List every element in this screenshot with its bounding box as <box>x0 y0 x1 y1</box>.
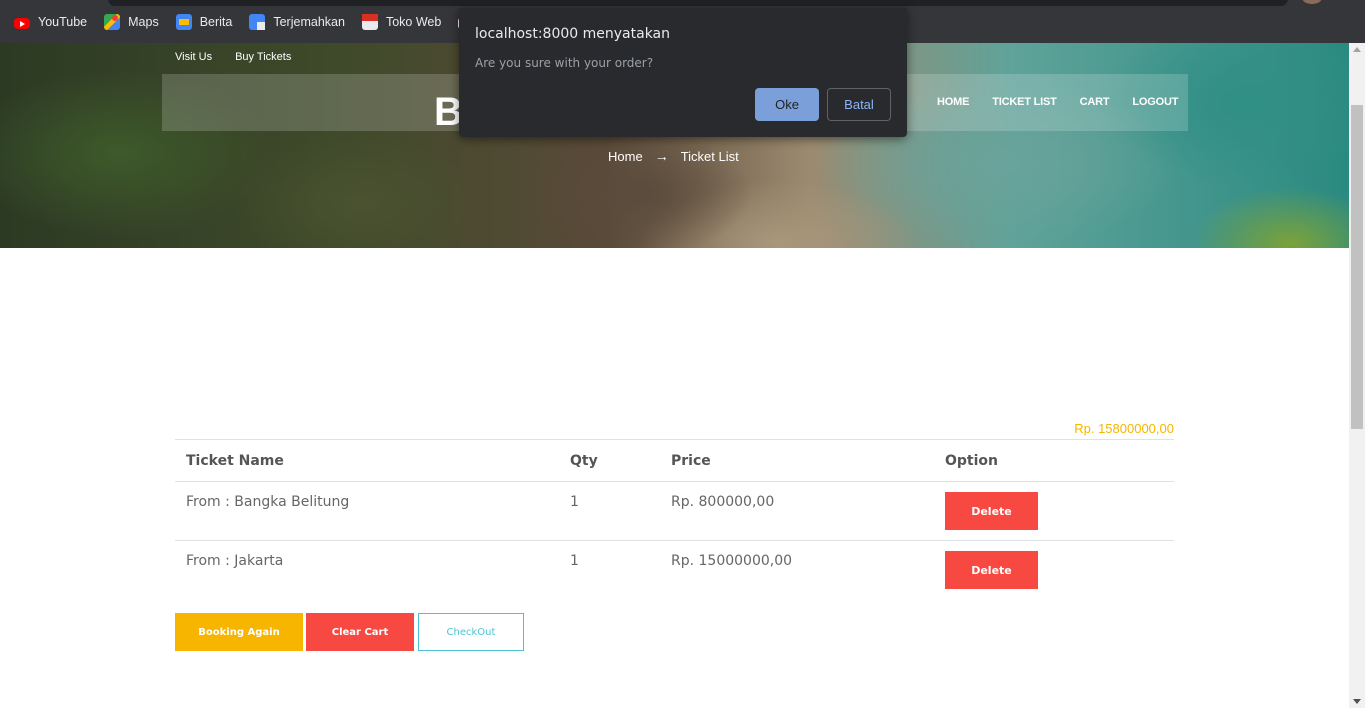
bookmark-label: Berita <box>199 15 233 29</box>
buy-tickets-link[interactable]: Buy Tickets <box>235 51 291 63</box>
table-header-row: Ticket Name Qty Price Option <box>175 439 1174 482</box>
page-scrollbar[interactable] <box>1349 43 1365 708</box>
booking-again-button[interactable]: Booking Again <box>175 613 303 651</box>
translate-icon <box>249 14 266 30</box>
nav-home[interactable]: HOME <box>937 96 969 108</box>
dialog-ok-button[interactable]: Oke <box>755 88 819 121</box>
delete-button[interactable]: Delete <box>945 492 1038 530</box>
news-icon <box>175 14 192 30</box>
scroll-thumb[interactable] <box>1351 105 1363 429</box>
bookmark-maps[interactable]: Maps <box>104 14 159 30</box>
dialog-cancel-button[interactable]: Batal <box>827 88 891 121</box>
ticket-name: From : Bangka Belitung <box>175 481 559 541</box>
breadcrumb-current: Ticket List <box>680 148 739 164</box>
ticket-name: From : Jakarta <box>186 553 284 569</box>
bookmark-youtube[interactable]: YouTube <box>14 14 87 30</box>
confirm-dialog: localhost:8000 menyatakan Are you sure w… <box>459 8 907 137</box>
youtube-icon <box>14 17 30 29</box>
ticket-qty: 1 <box>570 553 579 569</box>
ticket-qty: 1 <box>559 481 660 541</box>
nav-cart[interactable]: CART <box>1080 96 1110 108</box>
cart-actions: Booking Again Clear Cart CheckOut <box>175 613 524 651</box>
visit-us-link[interactable]: Visit Us <box>175 51 212 63</box>
clear-cart-button[interactable]: Clear Cart <box>306 613 414 651</box>
breadcrumb: Home → Ticket List <box>608 148 739 164</box>
arrow-right-icon: → <box>654 148 669 164</box>
bookmark-label: YouTube <box>38 15 88 29</box>
nav-logout[interactable]: LOGOUT <box>1132 96 1178 108</box>
header-qty: Qty <box>559 439 660 482</box>
dialog-title: localhost:8000 menyatakan <box>475 26 671 42</box>
ticket-price: Rp. 800000,00 <box>660 481 934 541</box>
bookmark-terjemahkan[interactable]: Terjemahkan <box>249 14 345 30</box>
profile-avatar[interactable] <box>1302 0 1322 4</box>
scroll-down-icon[interactable] <box>1353 699 1361 704</box>
header-option: Option <box>934 439 1174 482</box>
bookmark-list: YouTube Maps Berita Terjemahkan Toko Web <box>14 14 497 30</box>
header-price: Price <box>660 439 934 482</box>
dialog-message: Are you sure with your order? <box>475 56 654 70</box>
delete-button[interactable]: Delete <box>945 551 1038 589</box>
bookmark-toko-web[interactable]: Toko Web <box>361 14 442 30</box>
header-ticket-name: Ticket Name <box>175 439 559 482</box>
breadcrumb-home[interactable]: Home <box>608 149 643 164</box>
nav-menu: HOME TICKET LIST CART LOGOUT <box>937 96 1178 108</box>
bookmark-berita[interactable]: Berita <box>175 14 233 30</box>
nav-ticket-list[interactable]: TICKET LIST <box>992 96 1057 108</box>
top-links: Visit Us Buy Tickets <box>175 51 291 63</box>
scroll-up-icon[interactable] <box>1353 47 1361 52</box>
ticket-option: Delete <box>934 481 1174 541</box>
table-row: From : Jakarta 1 Rp. 15000000,00 Delete <box>175 541 1174 600</box>
cart-table: Ticket Name Qty Price Option From : Bang… <box>175 439 1174 600</box>
ticket-option: Delete <box>934 541 1174 600</box>
maps-icon <box>104 14 121 30</box>
cart-total: Rp. 15800000,00 <box>1074 421 1174 436</box>
ticket-price: Rp. 15000000,00 <box>671 553 793 569</box>
bookmark-label: Terjemahkan <box>273 15 345 29</box>
bookmark-label: Toko Web <box>385 15 442 29</box>
checkout-button[interactable]: CheckOut <box>418 613 524 651</box>
table-row: From : Bangka Belitung 1 Rp. 800000,00 D… <box>175 481 1174 541</box>
address-bar[interactable] <box>108 0 1288 6</box>
webstore-icon <box>361 14 378 30</box>
bookmark-label: Maps <box>128 15 159 29</box>
